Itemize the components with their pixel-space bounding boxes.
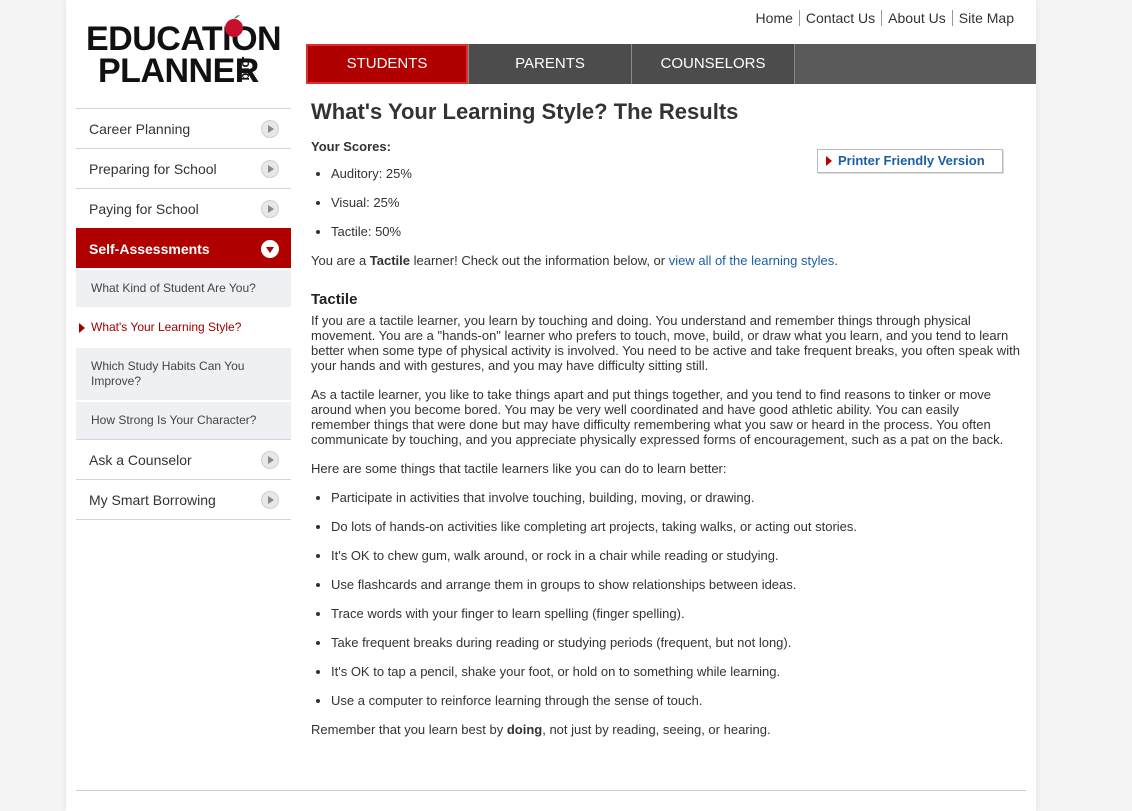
- tab-students[interactable]: STUDENTS: [306, 44, 469, 84]
- closing-sentence: Remember that you learn best by doing, n…: [311, 722, 771, 737]
- tips-intro: Here are some things that tactile learne…: [311, 461, 727, 476]
- sidebar-item-label: Paying for School: [89, 201, 199, 217]
- list-item: It's OK to chew gum, walk around, or roc…: [331, 548, 1021, 563]
- chevron-right-icon: [261, 200, 279, 218]
- contact-us-link[interactable]: Contact Us: [798, 10, 882, 26]
- paragraph: As a tactile learner, you like to take t…: [311, 387, 1004, 447]
- page-container: EDUCATION PLANNER .org Home Contact Us Abo…: [66, 0, 1036, 811]
- scores-list: Auditory: 25% Visual: 25% Tactile: 50%: [311, 166, 1021, 239]
- tab-parents[interactable]: PARENTS: [469, 44, 632, 84]
- sidebar-item-paying-for-school[interactable]: Paying for School: [76, 188, 291, 228]
- main-content: What's Your Learning Style? The Results …: [311, 100, 1021, 751]
- list-item: Participate in activities that involve t…: [331, 490, 1021, 505]
- education-planner-logo[interactable]: EDUCATION PLANNER .org: [86, 14, 286, 90]
- logo-line2: PLANNER: [98, 52, 259, 90]
- section-title: Tactile: [311, 291, 358, 308]
- sidebar-item-label: Self-Assessments: [89, 241, 210, 257]
- sub-item-what-kind-of-student[interactable]: What Kind of Student Are You?: [76, 268, 291, 307]
- view-all-learning-styles-link[interactable]: view all of the learning styles: [669, 253, 834, 268]
- sidebar-item-self-assessments[interactable]: Self-Assessments: [76, 228, 291, 268]
- sidebar-item-my-smart-borrowing[interactable]: My Smart Borrowing: [76, 479, 291, 519]
- top-nav: Home Contact Us About Us Site Map: [750, 10, 1020, 26]
- site-map-link[interactable]: Site Map: [951, 10, 1020, 26]
- chevron-right-icon: [261, 160, 279, 178]
- sidebar-item-label: Ask a Counselor: [89, 452, 192, 468]
- sidebar-item-ask-a-counselor[interactable]: Ask a Counselor: [76, 439, 291, 479]
- tab-counselors[interactable]: COUNSELORS: [632, 44, 795, 84]
- footer-divider: [76, 790, 1026, 791]
- paragraph: If you are a tactile learner, you learn …: [311, 313, 1020, 373]
- sub-item-learning-style[interactable]: What's Your Learning Style?: [76, 307, 291, 346]
- sidebar-item-label: Preparing for School: [89, 161, 217, 177]
- chevron-right-icon: [261, 451, 279, 469]
- chevron-right-icon: [261, 491, 279, 509]
- audience-tabs: STUDENTS PARENTS COUNSELORS: [306, 44, 1036, 84]
- list-item: It's OK to tap a pencil, shake your foot…: [331, 664, 1021, 679]
- chevron-right-icon: [261, 120, 279, 138]
- sub-item-study-habits[interactable]: Which Study Habits Can You Improve?: [76, 346, 291, 400]
- list-item: Trace words with your finger to learn sp…: [331, 606, 1021, 621]
- logo-suffix: .org: [239, 56, 254, 81]
- sidebar-item-preparing-for-school[interactable]: Preparing for School: [76, 148, 291, 188]
- list-item: Use flashcards and arrange them in group…: [331, 577, 1021, 592]
- about-us-link[interactable]: About Us: [881, 10, 952, 26]
- page-title: What's Your Learning Style? The Results: [311, 99, 739, 124]
- list-item: Take frequent breaks during reading or s…: [331, 635, 1021, 650]
- list-item: Visual: 25%: [331, 195, 1021, 210]
- list-item: Do lots of hands-on activities like comp…: [331, 519, 1021, 534]
- list-item: Tactile: 50%: [331, 224, 1021, 239]
- printer-friendly-button[interactable]: Printer Friendly Version: [817, 149, 1003, 173]
- home-link[interactable]: Home: [750, 10, 799, 26]
- tips-list: Participate in activities that involve t…: [311, 490, 1021, 708]
- chevron-down-icon: [261, 240, 279, 258]
- sidebar-item-label: My Smart Borrowing: [89, 492, 216, 508]
- sub-item-character[interactable]: How Strong Is Your Character?: [76, 400, 291, 439]
- sidebar-nav: Career Planning Preparing for School Pay…: [76, 108, 291, 520]
- apple-icon: [225, 15, 243, 37]
- list-item: Use a computer to reinforce learning thr…: [331, 693, 1021, 708]
- sidebar-item-career-planning[interactable]: Career Planning: [76, 108, 291, 148]
- sidebar-item-label: Career Planning: [89, 121, 191, 137]
- result-sentence: You are a Tactile learner! Check out the…: [311, 253, 838, 268]
